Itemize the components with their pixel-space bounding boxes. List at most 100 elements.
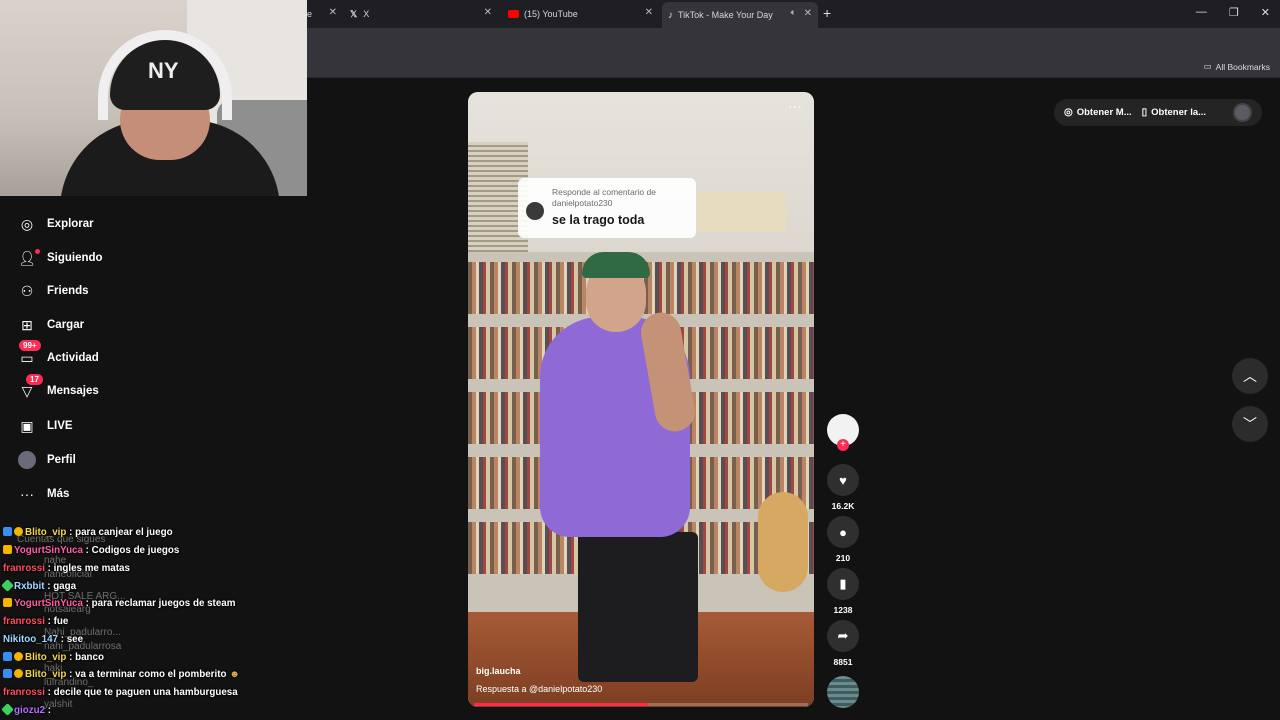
follow-plus-icon[interactable]: + xyxy=(837,439,849,451)
like-count: 16.2K xyxy=(831,501,855,511)
chat-username[interactable]: Nikitoo_147 xyxy=(3,634,58,645)
comment-button[interactable]: ● xyxy=(827,516,859,548)
previous-video-button[interactable]: ︿ xyxy=(1232,358,1268,394)
sidebar-item-siguiendo[interactable]: 👤︎ Siguiendo xyxy=(18,247,103,269)
tab-tiktok[interactable]: ♪ TikTok - Make Your Day 🔈︎ ✕ xyxy=(662,2,818,28)
video-progress-bar[interactable] xyxy=(474,703,808,706)
top-right-actions: ◎ Obtener M... ▯ Obtener la... xyxy=(1054,99,1262,126)
sidebar-item-label: LIVE xyxy=(47,420,73,432)
chat-text: gaga xyxy=(53,581,77,592)
all-bookmarks-label: All Bookmarks xyxy=(1215,61,1270,72)
chat-text: Codigos de juegos xyxy=(91,545,180,556)
video-air-conditioner xyxy=(696,192,786,232)
emote-icon: ☻ xyxy=(229,669,240,680)
video-progress-fill xyxy=(474,703,648,706)
badge-icon xyxy=(3,652,12,661)
badge-icon xyxy=(3,598,12,607)
webcam-overlay: NY xyxy=(0,0,307,196)
tab-x[interactable]: 𝕏 X ✕ xyxy=(350,4,492,24)
badge-icon xyxy=(1,579,14,592)
sidebar-item-mensajes[interactable]: ▽ Mensajes 17 xyxy=(18,374,99,402)
all-bookmarks[interactable]: ▭ All Bookmarks xyxy=(1204,61,1270,72)
close-tab-icon[interactable]: ✕ xyxy=(329,7,337,18)
chat-text: decile que te paguen una hamburguesa xyxy=(53,687,238,698)
sidebar-item-live[interactable]: ▣ LIVE xyxy=(18,415,73,437)
profile-avatar-icon xyxy=(18,451,36,469)
sidebar-item-perfil[interactable]: Perfil xyxy=(18,449,76,471)
get-coins-label: Obtener M... xyxy=(1076,107,1132,118)
chat-username[interactable]: YogurtSinYuca xyxy=(14,545,83,556)
sidebar-item-label: Actividad xyxy=(47,352,99,364)
upload-icon: ⊞ xyxy=(21,316,33,333)
following-icon: 👤︎ xyxy=(18,249,36,266)
video-author[interactable]: big.laucha xyxy=(476,666,521,676)
video-caption[interactable]: Respuesta a @danielpotato230 xyxy=(476,684,602,694)
chat-message: Blito_vip : banco xyxy=(3,652,104,666)
new-tab-button[interactable]: + xyxy=(823,5,831,21)
compass-icon: ◎ xyxy=(20,215,34,232)
chat-username[interactable]: Blito_vip xyxy=(25,669,66,680)
chat-text: see xyxy=(66,634,84,645)
reply-text: se la trago toda xyxy=(552,213,645,227)
chat-username[interactable]: franrossi xyxy=(3,687,45,698)
phone-icon: ▯ xyxy=(1141,107,1148,118)
bookmark-icon: ▮ xyxy=(839,576,847,591)
more-options-icon[interactable]: ··· xyxy=(788,98,802,114)
get-coins-button[interactable]: ◎ Obtener M... xyxy=(1064,107,1132,118)
badge-icon xyxy=(14,527,23,536)
close-tab-icon[interactable]: ✕ xyxy=(645,7,653,18)
chat-message: YogurtSinYuca : para reclamar juegos de … xyxy=(3,598,235,612)
chat-message: Nikitoo_147 : see xyxy=(3,634,84,645)
chat-username[interactable]: Blito_vip xyxy=(25,527,66,538)
chat-text: para reclamar juegos de steam xyxy=(91,598,236,609)
friends-icon: ⚇ xyxy=(20,282,34,299)
chat-text: para canjear el juego xyxy=(75,527,173,538)
chat-username[interactable]: Rxbbit xyxy=(14,581,44,592)
chat-username[interactable]: YogurtSinYuca xyxy=(14,598,83,609)
sidebar-item-label: Más xyxy=(47,488,70,500)
more-icon: ··· xyxy=(20,486,34,502)
video-player[interactable]: ··· Responde al comentario de danielpota… xyxy=(468,92,814,707)
tab-label: e xyxy=(307,9,313,19)
activity-icon: ▭ xyxy=(20,349,34,366)
like-button[interactable]: ♥ xyxy=(827,464,859,496)
chat-message: franrossi : fue xyxy=(3,616,69,627)
reply-comment-card[interactable]: Responde al comentario de danielpotato23… xyxy=(518,178,696,238)
sidebar-item-label: Siguiendo xyxy=(47,252,103,264)
chat-text: banco xyxy=(75,652,104,663)
chat-username[interactable]: franrossi xyxy=(3,563,45,574)
folder-icon: ▭ xyxy=(1203,61,1212,71)
sidebar-item-label: Cargar xyxy=(47,319,85,331)
tab-label: TikTok - Make Your Day xyxy=(678,10,773,20)
sidebar-item-mas[interactable]: ··· Más xyxy=(18,483,69,505)
sidebar-item-actividad[interactable]: ▭ Actividad 99+ xyxy=(18,340,99,369)
speaker-icon[interactable]: 🔈︎ xyxy=(791,7,796,18)
live-icon: ▣ xyxy=(20,417,34,434)
close-window-icon[interactable]: ✕ xyxy=(1261,6,1270,19)
video-person-cap xyxy=(582,252,650,278)
music-disc[interactable] xyxy=(827,676,859,708)
next-video-button[interactable]: ﹀ xyxy=(1232,406,1268,442)
video-guitar xyxy=(758,492,808,592)
sidebar-item-cargar[interactable]: ⊞ Cargar xyxy=(18,314,84,336)
tiktok-icon: ♪ xyxy=(668,9,673,21)
chat-username[interactable]: franrossi xyxy=(3,616,45,627)
close-tab-icon[interactable]: ✕ xyxy=(804,8,812,19)
sidebar-item-label: Perfil xyxy=(47,454,76,466)
restore-icon[interactable]: ❐ xyxy=(1229,6,1239,19)
close-tab-icon[interactable]: ✕ xyxy=(484,7,492,18)
share-count: 8851 xyxy=(833,657,853,667)
minimize-icon[interactable]: — xyxy=(1196,6,1207,19)
sidebar-item-friends[interactable]: ⚇ Friends xyxy=(18,280,89,302)
tab-partial[interactable]: e ✕ xyxy=(307,4,337,24)
tab-youtube[interactable]: (15) YouTube ✕ xyxy=(508,4,653,24)
chat-username[interactable]: giozu2 xyxy=(14,705,45,716)
commenter-avatar xyxy=(526,202,544,220)
window-controls: — ❐ ✕ xyxy=(1196,6,1270,19)
share-button[interactable]: ➦ xyxy=(827,620,859,652)
get-app-button[interactable]: ▯ Obtener la... xyxy=(1142,107,1206,118)
chat-username[interactable]: Blito_vip xyxy=(25,652,66,663)
save-button[interactable]: ▮ xyxy=(827,568,859,600)
user-avatar[interactable] xyxy=(1233,103,1252,122)
sidebar-item-explorar[interactable]: ◎ Explorar xyxy=(18,213,94,235)
